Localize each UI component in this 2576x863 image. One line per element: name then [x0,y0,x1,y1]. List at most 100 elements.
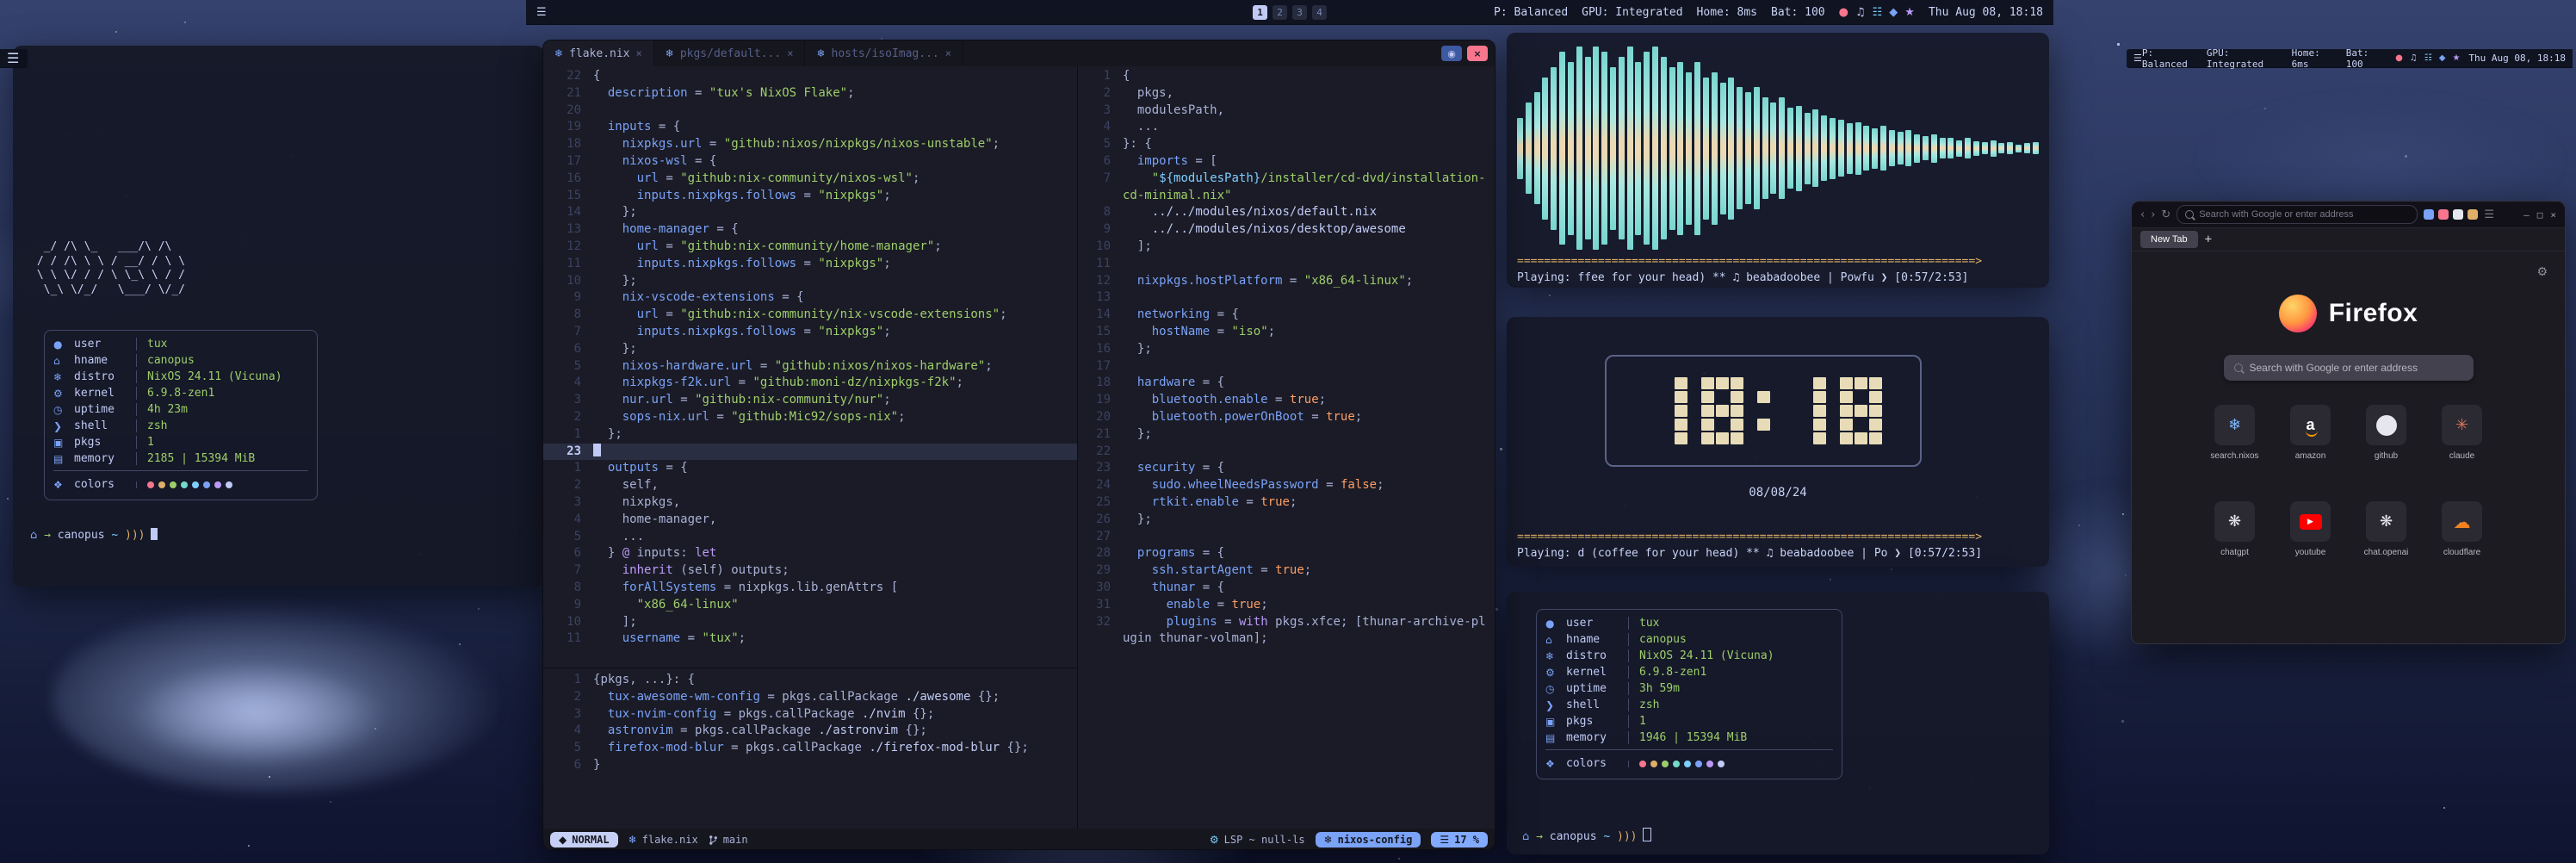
code-line[interactable]: 7 "${modulesPath}/installer/cd-dvd/insta… [1078,171,1495,205]
buffer-iso-default-nix[interactable]: 1{2 pkgs,3 modulesPath,4 ...5}: {6 impor… [1078,66,1495,829]
code-line[interactable]: 19 bluetooth.enable = true; [1078,392,1495,409]
code-line[interactable]: 2 self, [543,477,1077,494]
bar-clock[interactable]: Thu Aug 08, 18:18 [2468,53,2566,64]
buffer-close-button[interactable]: × [1467,46,1488,61]
network-icon[interactable]: ☷ [2424,53,2432,63]
code-line[interactable]: 10 ]; [543,614,1077,631]
code-line[interactable]: 26 }; [1078,512,1495,529]
code-line[interactable]: 25 rtkit.enable = true; [1078,494,1495,512]
code-line[interactable]: 21 description = "tux's NixOS Flake"; [543,85,1077,102]
maximize-button[interactable]: □ [2537,209,2543,220]
code-line[interactable]: 20 [543,102,1077,120]
code-line[interactable]: 29 ssh.startAgent = true; [1078,562,1495,580]
code-line[interactable]: 19 inputs = { [543,119,1077,136]
home-search-input[interactable]: Search with Google or enter address [2224,355,2474,381]
code-line[interactable]: 8 url = "github:nix-community/nix-vscode… [543,307,1077,324]
code-line[interactable]: 5 nixos-hardware.url = "github:nixos/nix… [543,358,1077,376]
shell-prompt[interactable]: ⌂ → canopus ~ ))) [30,528,158,542]
code-line[interactable]: 7 inherit (self) outputs; [543,562,1077,580]
buffer-pkgs-default-nix[interactable]: 1{pkgs, ...}: {2 tux-awesome-wm-config =… [543,667,1077,829]
code-line[interactable]: 4 ... [1078,119,1495,136]
code-line[interactable]: 14 networking = { [1078,307,1495,324]
code-line[interactable]: 7 inputs.nixpkgs.follows = "nixpkgs"; [543,324,1077,341]
code-line[interactable]: 10 }; [543,273,1077,290]
code-line[interactable]: 18 nixpkgs.url = "github:nixos/nixpkgs/n… [543,136,1077,153]
code-line[interactable]: 3 nur.url = "github:nix-community/nur"; [543,392,1077,409]
code-line[interactable]: 2 sops-nix.url = "github:Mic92/sops-nix"… [543,409,1077,426]
notification-icon[interactable]: ★ [2452,53,2460,63]
record-icon[interactable]: ● [2395,53,2403,63]
code-line[interactable]: 28 programs = { [1078,545,1495,562]
workspace-button-3[interactable]: 3 [1292,5,1307,20]
extension-blue-icon[interactable] [2424,209,2434,220]
shortcut-tile-cloudflare[interactable]: ☁cloudflare [2424,501,2500,598]
back-button[interactable]: ‹ [2140,208,2145,221]
code-line[interactable]: 11 inputs.nixpkgs.follows = "nixpkgs"; [543,256,1077,273]
music-icon[interactable]: ♫ [2410,53,2418,63]
bar-clock[interactable]: Thu Aug 08, 18:18 [1929,6,2043,19]
code-line[interactable]: 4 nixpkgs-f2k.url = "github:moni-dz/nixp… [543,375,1077,392]
code-line[interactable]: 1 outputs = { [543,460,1077,477]
code-line[interactable]: 27 [1078,529,1495,546]
minimize-button[interactable]: — [2523,209,2530,220]
code-line[interactable]: 6} [543,757,1077,774]
code-line[interactable]: 2 tux-awesome-wm-config = pkgs.callPacka… [543,689,1077,706]
new-tab-button[interactable]: + [2205,233,2212,246]
code-line[interactable]: 15 inputs.nixpkgs.follows = "nixpkgs"; [543,188,1077,205]
tab-new-tab[interactable]: New Tab [2140,231,2198,248]
code-line[interactable]: 3 modulesPath, [1078,102,1495,120]
code-line[interactable]: 14 }; [543,204,1077,221]
code-line[interactable]: 6 }; [543,341,1077,358]
code-line[interactable]: 4 home-manager, [543,512,1077,529]
extension-pink-icon[interactable] [2438,209,2449,220]
close-button[interactable]: × [2550,209,2556,220]
buffer-picker-button[interactable]: ◉ [1441,46,1462,61]
extension-yellow-icon[interactable] [2468,209,2478,220]
extension-white-icon[interactable] [2453,209,2463,220]
code-line[interactable]: 30 thunar = { [1078,580,1495,597]
code-line[interactable]: 31 enable = true; [1078,597,1495,614]
code-line[interactable]: 13 [1078,289,1495,307]
shortcut-tile-github[interactable]: github [2349,405,2424,501]
code-line[interactable]: 1{ [1078,68,1495,85]
code-line[interactable]: 22 [1078,444,1495,461]
code-line[interactable]: 13 home-manager = { [543,221,1077,239]
code-line[interactable]: 15 hostName = "iso"; [1078,324,1495,341]
workspace-button-4[interactable]: 4 [1312,5,1327,20]
code-line[interactable]: 8 forAllSystems = nixpkgs.lib.genAttrs [ [543,580,1077,597]
code-line[interactable]: 12 url = "github:nix-community/home-mana… [543,239,1077,256]
shortcut-tile-amazon[interactable]: aamazon [2273,405,2349,501]
code-line[interactable]: 8 ../../modules/nixos/default.nix [1078,204,1495,221]
code-line[interactable]: 5 ... [543,529,1077,546]
code-line[interactable]: 21 }; [1078,426,1495,444]
shortcut-tile-chatgpt[interactable]: ❋chatgpt [2197,501,2273,598]
code-line[interactable]: 10 ]; [1078,239,1495,256]
code-line[interactable]: 23 [543,444,1077,461]
code-line[interactable]: 16 url = "github:nix-community/nixos-wsl… [543,171,1077,188]
notification-icon[interactable]: ★ [1904,6,1915,19]
code-line[interactable]: 16 }; [1078,341,1495,358]
code-line[interactable]: 22{ [543,68,1077,85]
code-line[interactable]: 5}: { [1078,136,1495,153]
code-line[interactable]: 3 nixpkgs, [543,494,1077,512]
code-line[interactable]: 6 imports = [ [1078,153,1495,171]
gear-icon[interactable]: ⚙ [2536,265,2548,279]
workspace-button-2[interactable]: 2 [1273,5,1287,20]
shortcut-tile-search-nixos[interactable]: ❄search.nixos [2197,405,2273,501]
code-line[interactable]: 20 bluetooth.powerOnBoot = true; [1078,409,1495,426]
code-line[interactable]: 11 [1078,256,1495,273]
tab-hosts-isoimage[interactable]: ❄ hosts/isoImag... × [805,40,963,66]
shell-prompt[interactable]: ⌂ → canopus ~ ))) [1522,828,1651,843]
code-line[interactable]: 18 hardware = { [1078,375,1495,392]
tab-pkgs-default[interactable]: ❄ pkgs/default... × [654,40,806,66]
code-line[interactable]: 23 security = { [1078,460,1495,477]
network-icon[interactable]: ☷ [1873,6,1883,19]
tab-flake-nix[interactable]: ❄ flake.nix × [543,40,654,66]
code-line[interactable]: 9 nix-vscode-extensions = { [543,289,1077,307]
menu-icon[interactable]: ☰ [2484,208,2494,221]
shortcut-tile-chat-openai[interactable]: ❋chat.openai [2349,501,2424,598]
code-line[interactable]: 17 [1078,358,1495,376]
code-line[interactable]: 24 sudo.wheelNeedsPassword = false; [1078,477,1495,494]
refresh-button[interactable]: ↻ [2161,208,2170,221]
code-line[interactable]: 11 username = "tux"; [543,630,1077,648]
